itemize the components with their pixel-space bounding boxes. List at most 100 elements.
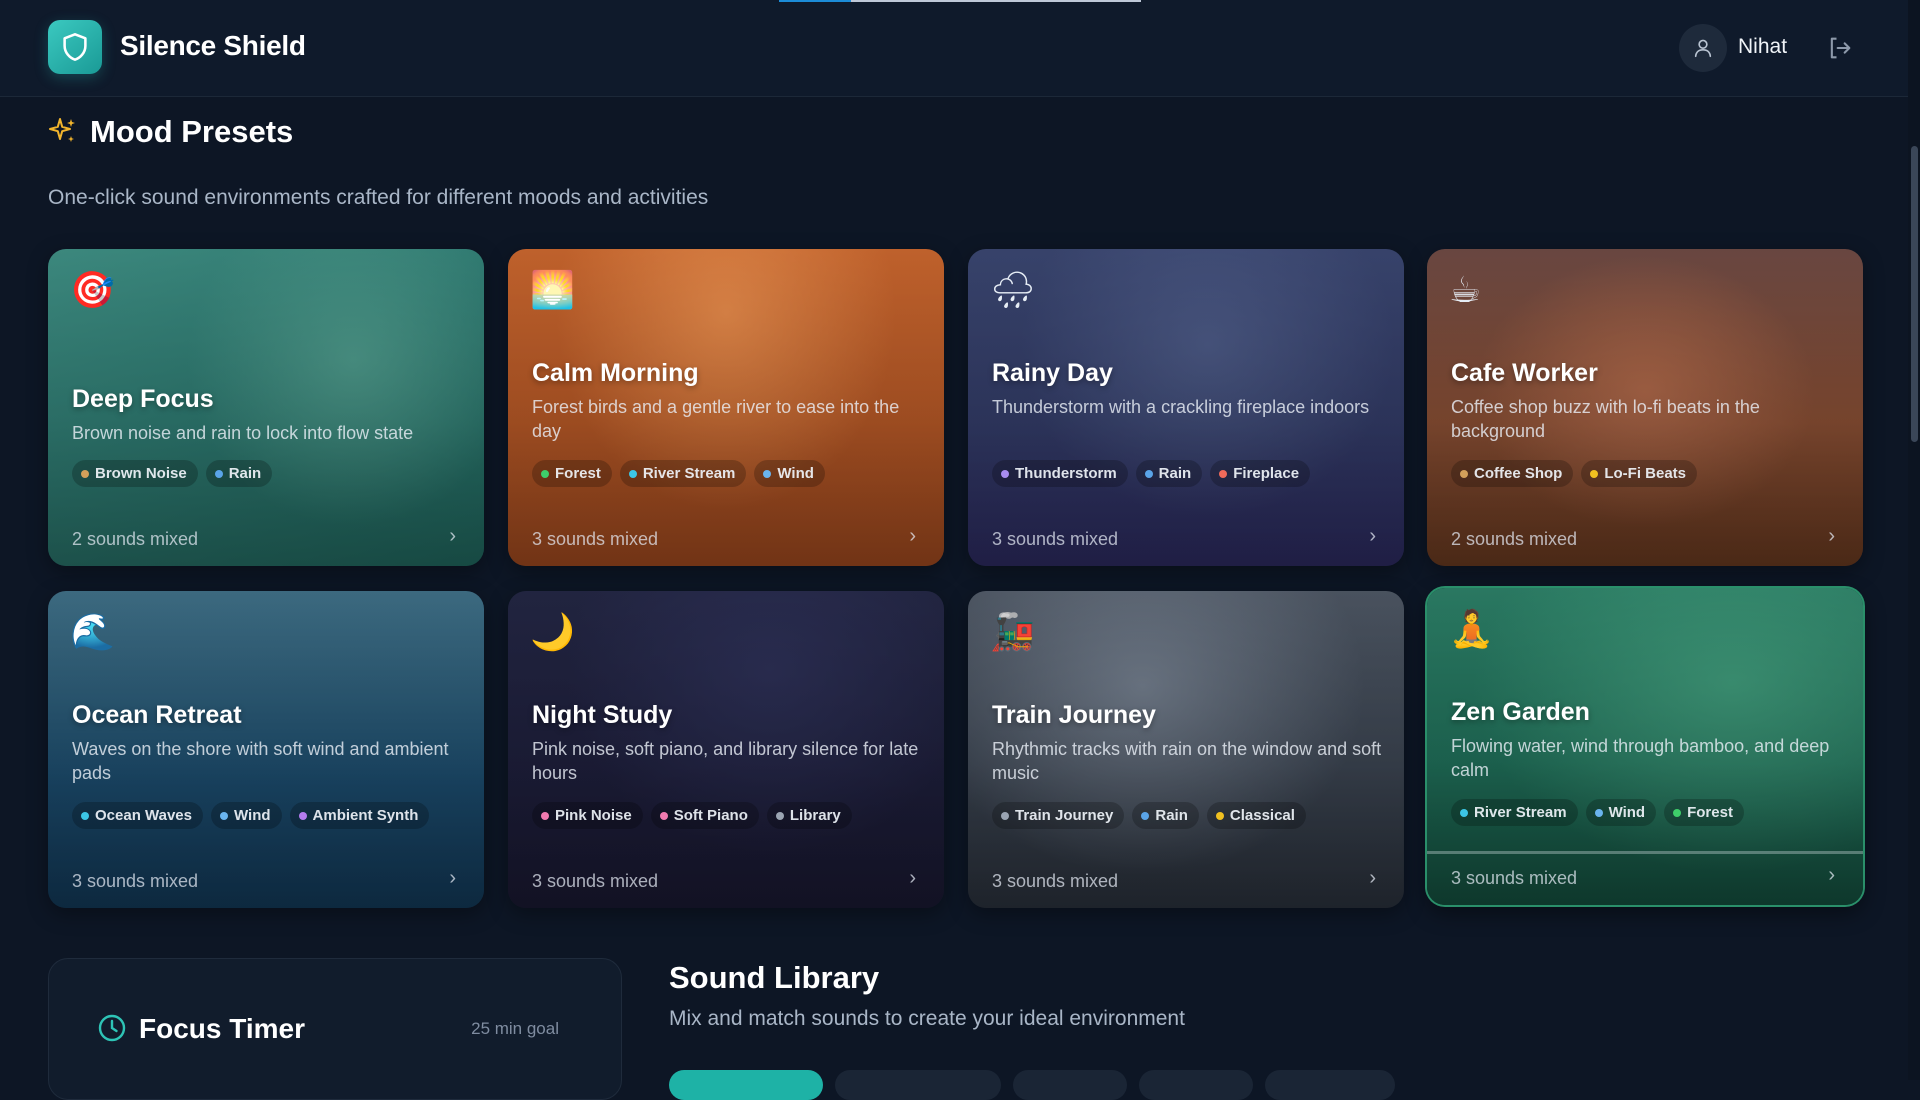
sound-tag: Soft Piano [650,802,759,829]
tag-dot-icon [1460,808,1468,817]
sound-tag: Wind [1585,799,1657,826]
sound-tag: River Stream [1451,799,1578,826]
tag-dot-icon [1673,808,1682,817]
loading-progress-bar [779,0,1141,2]
card-sound-count: 3 sounds mixed [532,871,659,891]
mood-card-train-journey[interactable]: 🚂 Train Journey Rhythmic tracks with rai… [968,591,1404,908]
scrollbar-thumb[interactable] [1911,146,1918,442]
tag-dot-icon [1215,811,1224,820]
tag-dot-icon [1460,469,1468,478]
tag-dot-icon [1219,469,1228,478]
card-emoji-icon: ☕ [1449,270,1482,311]
sound-tag: Forest [532,460,612,487]
sound-tag: Forest [1664,799,1744,826]
shield-icon[interactable] [48,20,102,74]
library-tab[interactable] [835,1070,1001,1100]
loading-progress-fill [779,0,852,2]
card-sound-count: 3 sounds mixed [992,529,1119,549]
focus-timer-panel: Focus Timer 25 min goal [48,958,622,1100]
library-tab[interactable] [1013,1070,1127,1100]
tag-dot-icon [1001,469,1009,478]
library-tab[interactable] [1139,1070,1253,1100]
sound-tag: Train Journey [992,802,1125,829]
chevron-right-icon: › [449,867,456,889]
sound-tag: Rain [1132,802,1199,829]
sound-tag: Rain [1135,460,1203,487]
sound-tag: River Stream [619,460,747,487]
card-tags: Brown Noise Rain [72,460,273,487]
sound-tag: Lo-Fi Beats [1581,460,1698,487]
sound-tag: Wind [211,802,282,829]
tag-dot-icon [81,469,89,478]
card-description: Flowing water, wind through bamboo, and … [1451,736,1830,780]
card-title: Cafe Worker [1451,359,1598,387]
user-name[interactable]: Nihat [1738,35,1787,59]
sound-tag: Coffee Shop [1451,460,1574,487]
tag-dot-icon [541,469,549,478]
chevron-right-icon: › [1369,525,1376,547]
card-sound-count: 2 sounds mixed [72,529,199,549]
card-emoji-icon: 🌊 [70,612,115,653]
section-title: Mood Presets [90,114,294,149]
tag-dot-icon [775,811,784,820]
app-name: Silence Shield [120,30,306,61]
card-title: Calm Morning [532,359,699,387]
mood-card-night-study[interactable]: 🌙 Night Study Pink noise, soft piano, an… [508,591,944,908]
tag-dot-icon [214,469,223,478]
mood-card-calm-morning[interactable]: 🌅 Calm Morning Forest birds and a gentle… [508,249,944,566]
sound-library-subtitle: Mix and match sounds to create your idea… [669,1007,1185,1030]
sound-tag: Thunderstorm [992,460,1128,487]
tag-dot-icon [298,811,307,820]
mood-card-zen-garden[interactable]: 🧘 Zen Garden Flowing water, wind through… [1427,588,1863,905]
card-title: Ocean Retreat [72,701,242,729]
card-description: Rhythmic tracks with rain on the window … [992,739,1382,783]
card-sound-count: 3 sounds mixed [1451,868,1578,888]
sound-tag: Fireplace [1210,460,1311,487]
logout-icon[interactable] [1826,34,1854,62]
card-divider [1427,851,1863,854]
card-tags: River Stream Wind Forest [1451,799,1744,826]
mood-card-ocean-retreat[interactable]: 🌊 Ocean Retreat Waves on the shore with … [48,591,484,908]
section-subtitle: One-click sound environments crafted for… [48,186,709,209]
sound-tag: Ocean Waves [72,802,203,829]
sound-tag: Library [766,802,852,829]
card-emoji-icon: 🧘 [1449,609,1494,650]
mood-card-cafe-worker[interactable]: ☕ Cafe Worker Coffee shop buzz with lo-f… [1427,249,1863,566]
sound-tag: Ambient Synth [289,802,430,829]
sound-tag: Wind [754,460,825,487]
tag-dot-icon [1001,811,1009,820]
card-title: Night Study [532,701,673,729]
tag-dot-icon [541,811,549,820]
card-emoji-icon: 🎯 [70,270,115,311]
focus-timer-title: Focus Timer [139,1013,305,1044]
card-title: Zen Garden [1451,698,1590,726]
tag-dot-icon [659,811,668,820]
card-emoji-icon: 🌅 [530,270,575,311]
page-scrollbar[interactable] [1908,0,1920,1080]
chevron-right-icon: › [1828,525,1835,547]
card-tags: Coffee Shop Lo-Fi Beats [1451,460,1698,487]
card-emoji-icon: 🌙 [530,612,575,653]
chevron-right-icon: › [909,867,916,889]
sparkles-icon [48,116,78,146]
tag-dot-icon [628,469,637,478]
sound-tag: Classical [1206,802,1306,829]
tag-dot-icon [763,469,772,478]
chevron-right-icon: › [1828,864,1835,886]
card-description: Thunderstorm with a crackling fireplace … [992,397,1370,417]
mood-card-rainy-day[interactable]: 🌧 Rainy Day Thunderstorm with a cracklin… [968,249,1404,566]
chevron-right-icon: › [449,525,456,547]
mood-card-deep-focus[interactable]: 🎯 Deep Focus Brown noise and rain to loc… [48,249,484,566]
tag-dot-icon [220,811,228,820]
card-sound-count: 3 sounds mixed [72,871,199,891]
card-sound-count: 3 sounds mixed [992,871,1119,891]
library-tab[interactable] [1265,1070,1395,1100]
card-tags: Train Journey Rain Classical [992,802,1306,829]
card-tags: Ocean Waves Wind Ambient Synth [72,802,430,829]
card-tags: Thunderstorm Rain Fireplace [992,460,1311,487]
library-tab[interactable] [669,1070,823,1100]
sound-tag: Brown Noise [72,460,198,487]
card-emoji-icon: 🌧 [990,270,1036,311]
card-description: Coffee shop buzz with lo-fi beats in the… [1451,397,1760,441]
user-icon[interactable] [1679,24,1727,72]
